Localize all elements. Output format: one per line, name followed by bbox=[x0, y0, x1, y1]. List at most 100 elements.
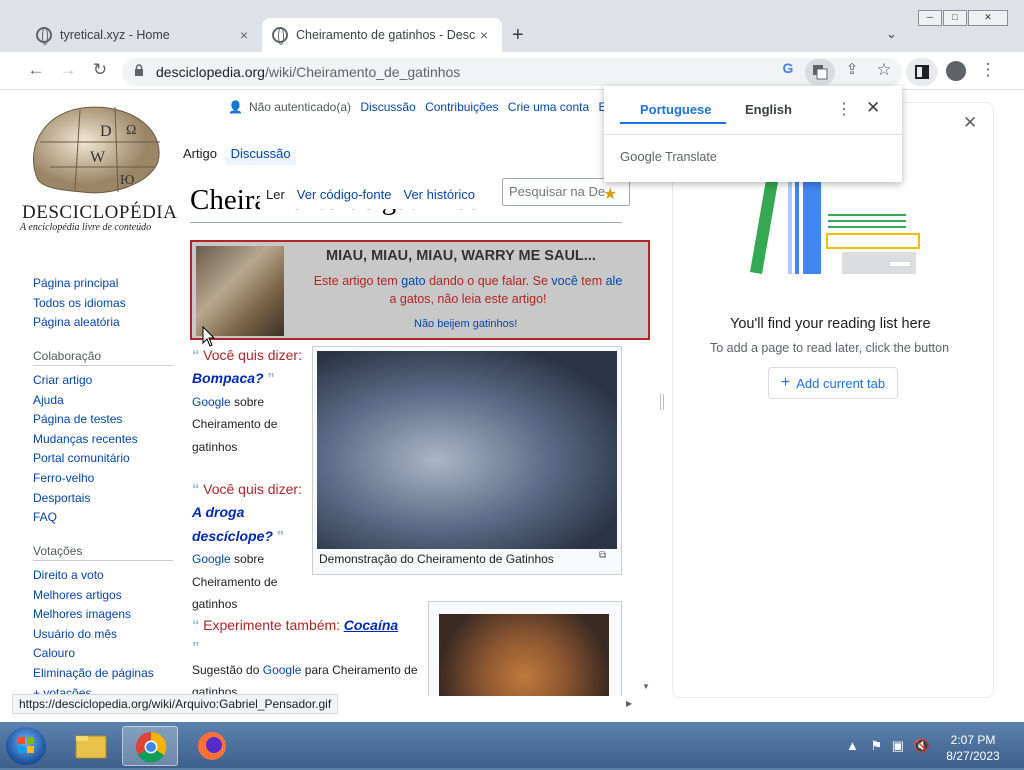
google-link[interactable]: Google bbox=[263, 663, 302, 677]
magnify-icon[interactable]: ⧉ bbox=[599, 550, 606, 561]
nav-item[interactable]: Usuário do mês bbox=[33, 627, 154, 647]
nav-item[interactable]: Página principal bbox=[33, 276, 126, 296]
back-arrow-icon[interactable]: ← bbox=[24, 60, 48, 80]
close-quote-icon: ” bbox=[267, 370, 275, 388]
nav-heading-collab: Colaboração bbox=[33, 349, 102, 363]
bookmark-star-icon[interactable]: ☆ bbox=[872, 60, 896, 80]
owl-image[interactable] bbox=[196, 246, 284, 336]
nav-item[interactable]: Direito a voto bbox=[33, 568, 154, 588]
new-tab-button[interactable]: + bbox=[512, 24, 524, 47]
side-panel-icon[interactable] bbox=[906, 58, 938, 86]
file-explorer-icon[interactable] bbox=[62, 726, 118, 766]
nav-item[interactable]: FAQ bbox=[33, 510, 138, 530]
chrome-icon[interactable] bbox=[122, 726, 178, 766]
tab-discussao[interactable]: Discussão bbox=[225, 142, 296, 165]
menu-kebab-icon[interactable]: ⋮ bbox=[976, 60, 1000, 80]
minimize-button[interactable]: ─ bbox=[918, 10, 942, 26]
link-ale[interactable]: ale bbox=[606, 274, 623, 288]
nav-item[interactable]: Mudanças recentes bbox=[33, 432, 138, 452]
nav-item[interactable]: Criar artigo bbox=[33, 373, 138, 393]
lock-icon[interactable] bbox=[134, 64, 144, 76]
talk-link[interactable]: Discussão bbox=[360, 100, 415, 114]
create-account-link[interactable]: Crie uma conta bbox=[508, 100, 589, 114]
thumbnail-image[interactable] bbox=[317, 351, 617, 549]
quote-lead: Você quis dizer: bbox=[203, 481, 302, 497]
forward-arrow-icon[interactable]: → bbox=[56, 60, 80, 80]
link-voce[interactable]: você bbox=[551, 274, 577, 288]
reading-list-illustration bbox=[740, 180, 930, 280]
nav-item[interactable]: Página de testes bbox=[33, 412, 138, 432]
quote-term-link[interactable]: A droga descíclope? bbox=[192, 504, 273, 543]
tab-ler[interactable]: Ler bbox=[260, 187, 291, 202]
thumbnail-2 bbox=[428, 601, 622, 696]
scroll-down-arrow-icon[interactable]: ▼ bbox=[642, 682, 650, 691]
translate-icon[interactable] bbox=[805, 59, 835, 85]
quote-term-link[interactable]: Cocaína bbox=[344, 617, 398, 633]
personal-tools: 👤 Não autenticado(a) Discussão Contribuiç… bbox=[228, 100, 619, 114]
lang-target-tab[interactable]: English bbox=[745, 102, 792, 117]
link-gato[interactable]: gato bbox=[401, 274, 425, 288]
quote-term-link[interactable]: Bompaca? bbox=[192, 370, 264, 386]
profile-avatar-icon[interactable] bbox=[946, 61, 966, 81]
nav-item[interactable]: Melhores imagens bbox=[33, 607, 154, 627]
action-center-icon[interactable]: ⚑ bbox=[871, 738, 883, 753]
desciclopedia-logo[interactable]: D Ω W Ю bbox=[20, 102, 170, 204]
nav-item[interactable]: Eliminação de páginas bbox=[33, 666, 154, 686]
tab-desciclopedia[interactable]: Cheiramento de gatinhos - Desc × bbox=[262, 18, 502, 52]
tab-close-button[interactable]: × bbox=[476, 27, 492, 43]
tab-tyretical[interactable]: tyretical.xyz - Home × bbox=[26, 18, 262, 52]
globe-icon bbox=[36, 27, 52, 45]
volume-icon[interactable]: 🔇 bbox=[914, 738, 930, 753]
google-link[interactable]: Google bbox=[192, 552, 231, 566]
nav-votes: Direito a voto Melhores artigos Melhores… bbox=[33, 568, 154, 696]
tab-title: tyretical.xyz - Home bbox=[60, 28, 170, 42]
divider bbox=[604, 134, 902, 135]
contributions-link[interactable]: Contribuições bbox=[425, 100, 498, 114]
firefox-icon[interactable] bbox=[184, 726, 240, 766]
brand-google: Google bbox=[620, 149, 662, 164]
lang-source-tab[interactable]: Portuguese bbox=[640, 102, 712, 117]
google-g-icon[interactable]: G bbox=[776, 60, 800, 76]
tray-expand-icon[interactable]: ▲ bbox=[846, 738, 859, 753]
nav-item[interactable]: Todos os idiomas bbox=[33, 296, 126, 316]
cat-image[interactable] bbox=[439, 614, 609, 696]
tab-search-chevron-icon[interactable]: ⌄ bbox=[886, 26, 897, 42]
translate-menu-kebab-icon[interactable]: ⋮ bbox=[836, 99, 852, 119]
url-text[interactable]: desciclopedia.org/wiki/Cheiramento_de_ga… bbox=[156, 64, 460, 80]
tab-view-source[interactable]: Ver código-fonte bbox=[291, 187, 398, 202]
resize-handle[interactable] bbox=[660, 394, 664, 410]
search-icon[interactable]: ★ bbox=[603, 184, 617, 204]
quote-lead: Você quis dizer: bbox=[203, 347, 302, 363]
brand-translate: Translate bbox=[661, 150, 717, 164]
share-icon[interactable]: ⇪ bbox=[840, 60, 864, 78]
reload-icon[interactable]: ↻ bbox=[88, 60, 112, 80]
nav-item[interactable]: Calouro bbox=[33, 646, 154, 666]
nav-item[interactable]: Ajuda bbox=[33, 393, 138, 413]
tab-artigo[interactable]: Artigo bbox=[178, 142, 222, 165]
banner-text-c: tem bbox=[577, 274, 606, 288]
nav-item[interactable]: Desportais bbox=[33, 491, 138, 511]
system-tray: ▲ ⚑ ▣ 🔇 bbox=[846, 738, 930, 754]
nav-item[interactable]: Ferro-velho bbox=[33, 471, 138, 491]
banner-text-d: a gatos, não leia este artigo! bbox=[389, 292, 547, 306]
translate-close-icon[interactable]: ✕ bbox=[866, 98, 880, 118]
tab-history[interactable]: Ver histórico bbox=[397, 187, 481, 202]
banner-footer-link[interactable]: Não beijem gatinhos! bbox=[414, 318, 517, 330]
nav-item[interactable]: Melhores artigos bbox=[33, 588, 154, 608]
close-icon[interactable]: ✕ bbox=[963, 113, 977, 133]
tab-title: Cheiramento de gatinhos - Desc bbox=[296, 28, 476, 42]
add-current-tab-button[interactable]: + Add current tab bbox=[768, 367, 898, 399]
status-url: https://desciclopedia.org/wiki/Arquivo:G… bbox=[12, 694, 338, 714]
network-icon[interactable]: ▣ bbox=[892, 738, 904, 753]
scroll-right-arrow-icon[interactable]: ▶ bbox=[626, 699, 632, 708]
nav-item[interactable]: Página aleatória bbox=[33, 315, 126, 335]
horizontal-scrollbar[interactable] bbox=[338, 696, 638, 712]
clock[interactable]: 2:07 PM 8/27/2023 bbox=[938, 732, 1008, 764]
maximize-button[interactable]: □ bbox=[943, 10, 967, 26]
close-window-button[interactable]: ✕ bbox=[968, 10, 1008, 26]
tab-close-button[interactable]: × bbox=[236, 27, 252, 43]
nav-item[interactable]: Portal comunitário bbox=[33, 451, 138, 471]
mouse-cursor-icon bbox=[202, 325, 216, 351]
google-link[interactable]: Google bbox=[192, 395, 231, 409]
start-button[interactable] bbox=[6, 727, 46, 765]
